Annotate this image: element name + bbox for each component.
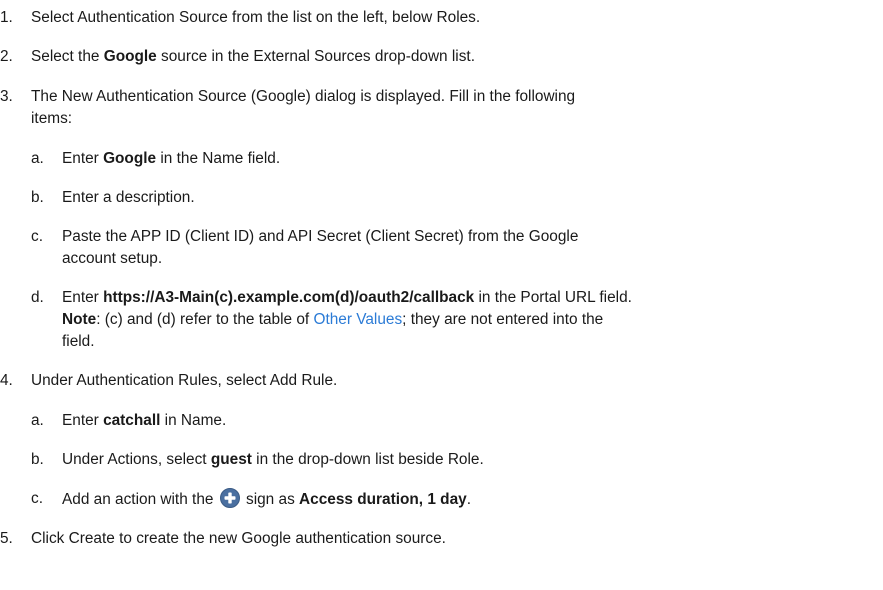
step-text: Click Create to create the new Google au… <box>31 530 446 547</box>
step-text: Select Authentication Source from the li… <box>31 9 481 26</box>
step-number: 3. <box>0 88 13 105</box>
substep-letter: a. <box>31 150 44 167</box>
substep-text: Paste the APP ID (Client ID) and API Sec… <box>62 228 579 245</box>
document-instructions: 1. Select Authentication Source from the… <box>0 0 883 590</box>
substep-text: Enter Google in the Name field. <box>62 150 281 167</box>
substep-text: Add an action with the sign as Access du… <box>62 488 471 511</box>
step-number: 4. <box>0 372 13 389</box>
substep-text: Enter a description. <box>62 189 195 206</box>
step-text: Under Authentication Rules, select Add R… <box>31 372 338 389</box>
portal-url: https://A3-Main(c).example.com(d)/oauth2… <box>103 289 475 306</box>
step-number: 1. <box>0 9 13 26</box>
substep-text: Enter https://A3-Main(c).example.com(d)/… <box>62 289 632 306</box>
substep-letter: b. <box>31 189 44 206</box>
step-text: Select the Google source in the External… <box>31 48 475 65</box>
substep-text: Under Actions, select guest in the drop-… <box>62 451 484 468</box>
substep-letter: d. <box>31 289 44 306</box>
step-text: The New Authentication Source (Google) d… <box>31 88 576 105</box>
substep-letter: c. <box>31 228 43 245</box>
step-number: 5. <box>0 530 13 547</box>
substep-text: Enter catchall in Name. <box>62 412 227 429</box>
substep-letter: b. <box>31 451 44 468</box>
substep-letter: a. <box>31 412 44 429</box>
substep-letter: c. <box>31 490 43 507</box>
other-values-link[interactable]: Other Values <box>313 311 402 328</box>
step-number: 2. <box>0 48 13 65</box>
plus-circle-icon <box>219 488 240 508</box>
